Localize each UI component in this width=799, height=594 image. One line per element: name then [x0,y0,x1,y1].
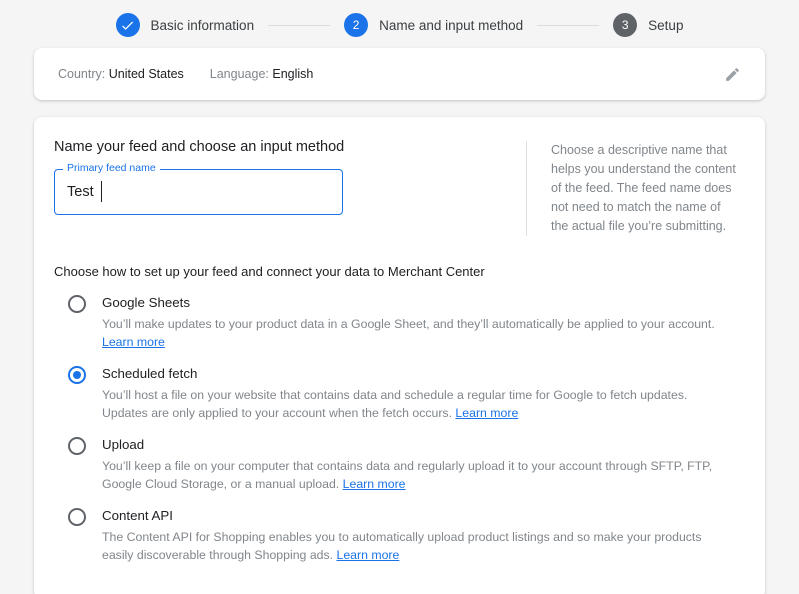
option-content-api[interactable]: Content API The Content API for Shopping… [52,502,741,570]
learn-more-link-google-sheets[interactable]: Learn more [102,335,165,349]
summary-items: Country: United States Language: English [58,67,717,81]
step-setup[interactable]: 3 Setup [613,13,683,37]
feed-name-helper-text: Choose a descriptive name that helps you… [527,139,741,236]
step-basic-information[interactable]: Basic information [116,13,255,37]
option-desc-google-sheets: You’ll make updates to your product data… [102,316,729,351]
page-title: Name your feed and choose an input metho… [54,139,526,155]
option-desc-upload: You’ll keep a file on your computer that… [102,458,729,493]
option-label-upload[interactable]: Upload [102,435,729,455]
primary-feed-name-input[interactable] [54,169,343,215]
primary-feed-name-field[interactable]: Primary feed name [54,169,343,215]
language-value: English [272,67,313,81]
option-desc-text-content-api: The Content API for Shopping enables you… [102,530,702,562]
option-desc-text-google-sheets: You’ll make updates to your product data… [102,317,715,331]
feed-creation-page: Basic information 2 Name and input metho… [0,0,799,594]
step-1-check-icon [116,13,140,37]
summary-country: Country: United States [58,67,184,81]
feed-name-section: Name your feed and choose an input metho… [52,139,741,236]
country-value: United States [109,67,184,81]
step-3-label: Setup [648,18,683,33]
option-label-content-api[interactable]: Content API [102,506,729,526]
option-google-sheets[interactable]: Google Sheets You’ll make updates to you… [52,289,741,357]
summary-card: Country: United States Language: English [34,48,765,100]
edit-summary-button[interactable] [717,59,747,89]
step-name-and-input-method[interactable]: 2 Name and input method [344,13,523,37]
text-caret [101,181,102,202]
country-label: Country: [58,67,105,81]
option-label-google-sheets[interactable]: Google Sheets [102,293,729,313]
feed-details-card: Name your feed and choose an input metho… [34,117,765,594]
wizard-stepper: Basic information 2 Name and input metho… [0,0,799,48]
option-body-upload: Upload You’ll keep a file on your comput… [102,435,741,493]
option-scheduled-fetch[interactable]: Scheduled fetch You’ll host a file on yo… [52,360,741,428]
language-label: Language: [210,67,269,81]
options-title: Choose how to set up your feed and conne… [54,264,741,279]
learn-more-link-content-api[interactable]: Learn more [336,548,399,562]
option-desc-content-api: The Content API for Shopping enables you… [102,529,729,564]
step-1-label: Basic information [151,18,255,33]
radio-google-sheets[interactable] [68,295,86,313]
option-desc-text-upload: You’ll keep a file on your computer that… [102,459,712,491]
option-desc-text-scheduled-fetch: You’ll host a file on your website that … [102,388,687,420]
option-desc-scheduled-fetch: You’ll host a file on your website that … [102,387,729,422]
option-body-content-api: Content API The Content API for Shopping… [102,506,741,564]
summary-language: Language: English [210,67,314,81]
option-body-google-sheets: Google Sheets You’ll make updates to you… [102,293,741,351]
step-2-label: Name and input method [379,18,523,33]
radio-scheduled-fetch[interactable] [68,366,86,384]
step-connector-1 [268,25,330,26]
step-2-number-badge: 2 [344,13,368,37]
option-upload[interactable]: Upload You’ll keep a file on your comput… [52,431,741,499]
radio-upload[interactable] [68,437,86,455]
radio-content-api[interactable] [68,508,86,526]
step-connector-2 [537,25,599,26]
option-body-scheduled-fetch: Scheduled fetch You’ll host a file on yo… [102,364,741,422]
step-3-number-badge: 3 [613,13,637,37]
pencil-icon [724,66,741,83]
learn-more-link-scheduled-fetch[interactable]: Learn more [455,406,518,420]
learn-more-link-upload[interactable]: Learn more [343,477,406,491]
option-label-scheduled-fetch[interactable]: Scheduled fetch [102,364,729,384]
feed-name-left-column: Name your feed and choose an input metho… [52,139,526,215]
